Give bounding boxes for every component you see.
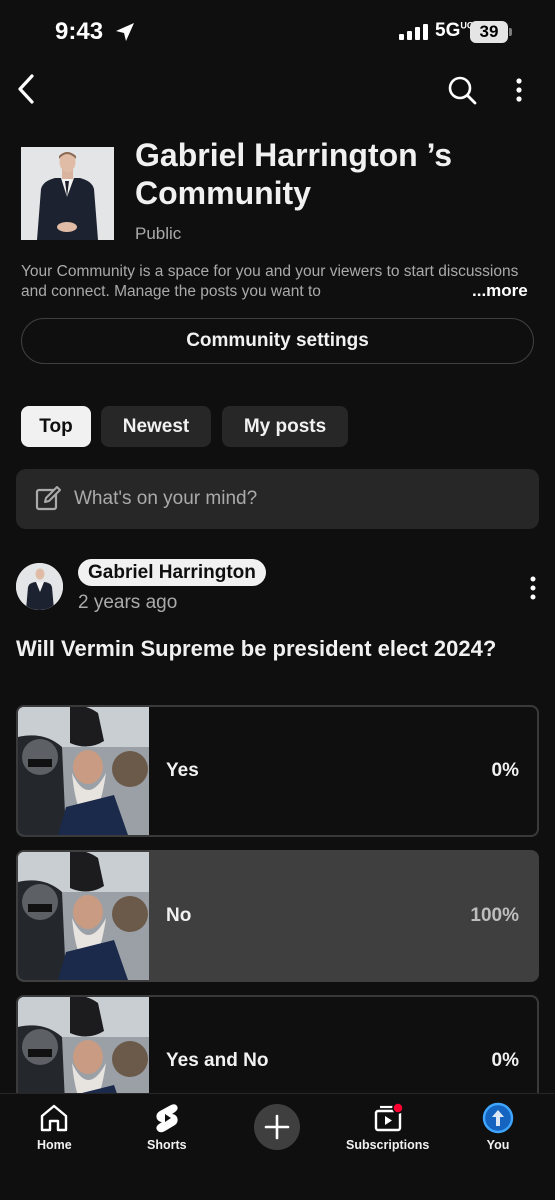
crowd-photo-icon bbox=[18, 852, 149, 980]
person-photo-icon bbox=[21, 147, 114, 240]
more-link[interactable]: ...more bbox=[458, 281, 528, 301]
create-button[interactable] bbox=[254, 1104, 300, 1150]
community-settings-button[interactable]: Community settings bbox=[21, 318, 534, 364]
chip-top[interactable]: Top bbox=[21, 406, 91, 447]
visibility-label: Public bbox=[135, 224, 182, 243]
poll-option-label: No bbox=[166, 905, 192, 926]
battery-level: 39 bbox=[479, 22, 499, 41]
create-icon bbox=[264, 1114, 290, 1140]
subscriptions-icon bbox=[374, 1102, 404, 1132]
poll-option-percent: 100% bbox=[470, 905, 519, 926]
community-description: Your Community is a space for you and yo… bbox=[21, 263, 519, 300]
chip-my-posts[interactable]: My posts bbox=[222, 406, 348, 447]
nav-home[interactable]: Home bbox=[37, 1102, 72, 1152]
post-more-options-icon[interactable] bbox=[524, 574, 542, 602]
poll-option-label: Yes and No bbox=[166, 1050, 269, 1071]
author-avatar[interactable] bbox=[16, 563, 63, 610]
compose-placeholder: What's on your mind? bbox=[74, 488, 258, 509]
poll-question: Will Vermin Supreme be president elect 2… bbox=[16, 636, 497, 661]
poll-option-image bbox=[18, 707, 149, 835]
bottom-navigation: Home Shorts Subscriptions You bbox=[0, 1093, 555, 1200]
nav-subscriptions[interactable]: Subscriptions bbox=[346, 1102, 429, 1152]
chip-newest[interactable]: Newest bbox=[101, 406, 211, 447]
poll-option-yes[interactable]: Yes 0% bbox=[16, 705, 539, 837]
poll-option-no[interactable]: No 100% bbox=[16, 850, 539, 982]
network-label: 5GUC bbox=[435, 20, 474, 41]
battery-icon: 39 bbox=[470, 21, 508, 43]
person-photo-icon bbox=[16, 563, 63, 610]
back-arrow-icon[interactable] bbox=[12, 72, 40, 106]
shorts-icon bbox=[156, 1104, 178, 1133]
post-timestamp: 2 years ago bbox=[78, 592, 178, 613]
poll-option-label: Yes bbox=[166, 760, 199, 781]
poll-option-percent: 0% bbox=[491, 760, 519, 781]
poll-option-percent: 0% bbox=[491, 1050, 519, 1071]
status-time: 9:43 bbox=[55, 18, 104, 45]
nav-label: Subscriptions bbox=[346, 1138, 430, 1152]
poll-option-image bbox=[18, 852, 149, 980]
location-arrow-icon bbox=[116, 23, 134, 41]
search-icon[interactable] bbox=[446, 74, 478, 106]
home-icon bbox=[41, 1104, 68, 1132]
community-title: Gabriel Harrington ’s Community bbox=[135, 137, 453, 211]
battery-nub bbox=[509, 28, 512, 36]
crowd-photo-icon bbox=[18, 707, 149, 835]
edit-icon bbox=[35, 486, 61, 511]
more-options-icon[interactable] bbox=[508, 74, 530, 106]
author-name-badge[interactable]: Gabriel Harrington bbox=[78, 559, 266, 586]
cellular-signal-icon bbox=[399, 24, 428, 40]
compose-post-field[interactable]: What's on your mind? bbox=[16, 469, 539, 529]
status-bar: 9:43 5GUC 39 bbox=[0, 0, 555, 62]
you-avatar-icon bbox=[482, 1102, 514, 1134]
nav-you[interactable]: You bbox=[482, 1102, 514, 1152]
community-avatar bbox=[21, 147, 114, 240]
nav-label: You bbox=[486, 1138, 510, 1152]
nav-label: Shorts bbox=[147, 1138, 187, 1152]
nav-shorts[interactable]: Shorts bbox=[147, 1102, 187, 1152]
nav-label: Home bbox=[37, 1138, 72, 1152]
